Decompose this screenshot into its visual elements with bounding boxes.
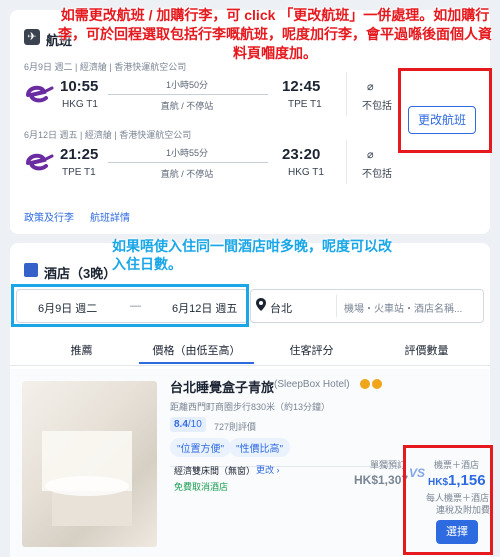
tag-location: "位置方便" — [170, 438, 232, 457]
segment-2-arrive-time: 23:20 — [282, 146, 321, 163]
search-placeholder: 機場・火車站・酒店名稱... — [344, 304, 463, 315]
annotation-box-change-flight — [398, 68, 492, 153]
room-change-link[interactable]: 更改 › — [256, 463, 280, 476]
annotation-box-price — [403, 445, 493, 555]
review-count: 727則評價 — [214, 422, 257, 432]
hotel-section-title: 酒店（3晚） — [44, 266, 117, 281]
segment-1-duration: 1小時50分 — [165, 80, 209, 90]
segment-2-meta: 6月12日 週五 | 經濟艙 | 香港快運航空公司 — [24, 130, 192, 140]
annotation-text-change-flight: 如需更改航班 / 加購行李，可 click 「更改航班」一併處理。如加購行李，可… — [58, 7, 492, 61]
segment-1-arrive-time: 12:45 — [282, 78, 321, 95]
tabs-divider — [10, 365, 490, 366]
sort-tab-price-low-high[interactable]: 價格（由低至高） — [139, 342, 254, 364]
segment-2-route-line — [108, 162, 268, 163]
sort-tab-guest-rating[interactable]: 住客評分 — [254, 342, 369, 364]
segment-1-route-line — [108, 94, 268, 95]
search-divider — [336, 295, 337, 317]
annotation-text-change-dates: 如果唔使入住同一間酒店咁多晚，呢度可以改入住日數。 — [112, 238, 392, 272]
rating-badge: 8.4/10 — [170, 417, 206, 432]
segment-1-baggage: 不包括 — [362, 101, 392, 112]
annotation-box-dates — [11, 284, 249, 327]
sort-tab-review-count[interactable]: 評價數量 — [369, 342, 484, 364]
segment-2-arrive-airport: HKG T1 — [288, 167, 324, 178]
free-cancellation: 免費取消酒店 — [174, 482, 229, 492]
no-baggage-icon: ⌀ — [367, 81, 374, 93]
policy-baggage-link[interactable]: 政策及行李 — [24, 209, 74, 224]
segment-2-duration: 1小時55分 — [165, 148, 209, 158]
hotel-name-en: (SleepBox Hotel) — [274, 379, 350, 390]
segment-1-stops: 直航 / 不停站 — [160, 101, 214, 111]
hk-express-logo-icon — [26, 85, 54, 103]
location-pin-icon — [256, 298, 266, 311]
hk-express-logo-icon — [26, 153, 54, 171]
segment-2-depart-time: 21:25 — [60, 146, 99, 163]
no-baggage-icon: ⌀ — [367, 149, 374, 161]
star-dot-icon — [360, 379, 370, 389]
hotel-photo-image — [42, 431, 132, 526]
tag-value: "性價比高" — [229, 438, 291, 457]
sort-tab-recommended[interactable]: 推薦 — [24, 342, 139, 364]
segment-1-divider — [346, 72, 347, 116]
segment-1-depart-time: 10:55 — [60, 78, 99, 95]
segment-1-arrive-airport: TPE T1 — [288, 99, 322, 110]
hotel-distance: 距離西門町商圈步行830米（約13分鐘） — [170, 402, 331, 412]
plane-icon: ✈ — [24, 29, 40, 45]
segment-2-stops: 直航 / 不停站 — [160, 169, 214, 179]
room-type: 經濟雙床間（無窗） — [174, 466, 256, 476]
segment-2-depart-airport: TPE T1 — [62, 167, 96, 178]
segment-1-depart-airport: HKG T1 — [62, 99, 98, 110]
single-booking-price: HK$1,307 — [354, 473, 409, 487]
city-value: 台北 — [270, 303, 292, 315]
segment-2-divider — [346, 140, 347, 184]
segment-2-baggage: 不包括 — [362, 169, 392, 180]
hotel-photo[interactable] — [22, 381, 157, 547]
flight-details-link[interactable]: 航班詳情 — [90, 209, 130, 224]
single-booking-label: 單獨預訂 — [370, 460, 407, 470]
hotel-icon — [24, 263, 38, 277]
hotel-name[interactable]: 台北睡覺盒子青旅 — [170, 377, 274, 396]
star-dot-icon — [372, 379, 382, 389]
